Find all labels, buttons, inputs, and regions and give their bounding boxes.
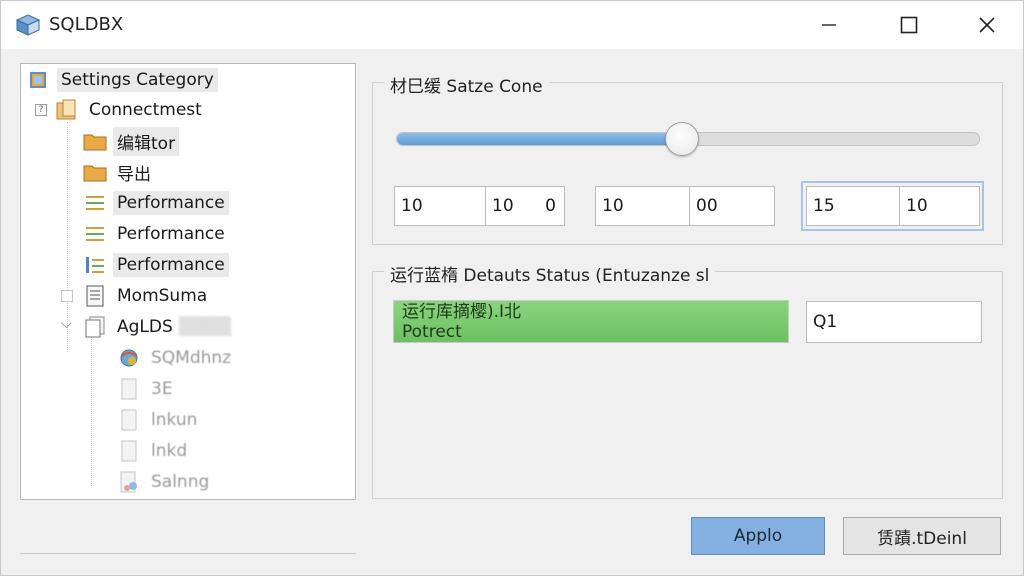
apply-button[interactable]: Applo xyxy=(691,517,825,555)
title-bar[interactable]: SQLDBX xyxy=(1,1,1023,49)
document-stack-icon xyxy=(83,316,107,338)
tree-item-settings-category[interactable]: Settings Category xyxy=(27,66,218,94)
progress-text: 运行库摘樱).Ⅰ北 Potrect xyxy=(402,302,521,342)
tree-item-3e[interactable]: 3E xyxy=(117,375,177,403)
maximize-icon xyxy=(900,16,918,34)
dialog-window: SQLDBX Settings Category ? Connectmest 编… xyxy=(0,0,1024,576)
field-value: 10 xyxy=(492,196,514,216)
tree-item-label: Performance xyxy=(113,253,229,277)
tree-item-label: Settings Category xyxy=(57,68,218,92)
tree-item-label: lnkun xyxy=(151,410,198,430)
tree-item-label: Performance xyxy=(113,191,229,215)
value-field-4[interactable]: 00 xyxy=(689,186,775,226)
field-value: 00 xyxy=(696,196,718,216)
list-lines-icon xyxy=(83,223,107,245)
minimize-icon xyxy=(822,24,836,26)
tree-guide-line xyxy=(91,336,92,486)
file-icon xyxy=(117,409,141,431)
tree-item-salnng[interactable]: Salnng xyxy=(117,468,213,496)
collapse-toggle[interactable] xyxy=(61,290,73,302)
file-icon xyxy=(117,440,141,462)
tree-item-label: MomSuma xyxy=(117,286,208,306)
tree-item-lnkd[interactable]: lnkd xyxy=(117,437,191,465)
minimize-button[interactable] xyxy=(789,1,869,49)
size-slider-fill xyxy=(397,133,684,145)
folder-clipboard-icon xyxy=(55,99,79,121)
document-icon xyxy=(83,285,107,307)
globe-icon xyxy=(117,347,141,369)
tree-item-label: 导出 xyxy=(117,164,151,185)
tree-item-label: Connectmest xyxy=(89,100,202,120)
list-lines-icon xyxy=(83,192,107,214)
expand-toggle[interactable]: ? xyxy=(35,104,47,116)
tree-item-label: Performance xyxy=(117,224,225,244)
tree-item-agldS[interactable]: AgLDS ▒▒▒▒ xyxy=(83,313,231,341)
divider xyxy=(20,553,356,554)
value-field-1[interactable]: 10 xyxy=(394,186,486,226)
tree-item-label: lnkd xyxy=(151,441,188,461)
chevron-down-icon[interactable]: ⌵ xyxy=(61,316,72,332)
tree-item-editor[interactable]: 编辑tor xyxy=(83,126,180,156)
tree-item-lnkun[interactable]: lnkun xyxy=(117,406,201,434)
tree-item-performance-3[interactable]: Performance xyxy=(83,251,229,279)
folder-icon xyxy=(83,161,107,183)
file-color-icon xyxy=(117,471,141,493)
value-field-2[interactable]: 10 0 xyxy=(485,186,565,226)
progress-label-line2: Potrect xyxy=(402,322,462,342)
field-value: 10 xyxy=(602,196,624,216)
status-group-title: 运行蓝楕 Detauts Status (Entuzanze sl xyxy=(384,261,716,286)
cancel-button[interactable]: 赁蹟.tDeinl xyxy=(843,517,1001,555)
tree-item-momsuma[interactable]: MomSuma xyxy=(83,282,211,310)
field-value: 10 xyxy=(401,196,423,216)
tree-item-export[interactable]: 导出 xyxy=(83,158,155,186)
field-value: 15 xyxy=(813,196,835,216)
tree-item-label: 编辑tor xyxy=(113,126,180,156)
tree-item-connection[interactable]: Connectmest xyxy=(55,96,206,124)
status-progress-bar: 运行库摘樱).Ⅰ北 Potrect xyxy=(393,300,789,343)
value-field-6[interactable]: 10 xyxy=(899,186,980,226)
value-field-5[interactable]: 15 xyxy=(806,186,900,226)
blurred-text: ▒▒▒▒ xyxy=(178,317,232,337)
settings-tree[interactable]: Settings Category ? Connectmest 编辑tor 导出 xyxy=(20,63,356,500)
tree-item-label: 3E xyxy=(151,379,173,399)
folder-icon xyxy=(83,130,107,152)
size-slider-thumb[interactable] xyxy=(665,122,700,156)
tree-item-sqmdhnz[interactable]: SQMdhnz xyxy=(117,344,235,372)
field-suffix: 0 xyxy=(545,196,556,216)
tree-item-performance-2[interactable]: Performance xyxy=(83,220,229,248)
app-cube-icon xyxy=(15,13,41,37)
tree-item-label: AgLDS xyxy=(117,317,173,337)
tree-item-label: SQMdhnz xyxy=(151,348,232,368)
window-title: SQLDBX xyxy=(49,14,124,35)
value-field-3[interactable]: 10 xyxy=(595,186,690,226)
field-value: Q1 xyxy=(813,312,838,332)
size-group-title: 材巳缓 Satze Cone xyxy=(384,72,549,97)
close-icon xyxy=(979,17,995,33)
close-button[interactable] xyxy=(947,1,1024,49)
maximize-button[interactable] xyxy=(869,1,949,49)
settings-db-icon xyxy=(27,69,51,91)
chart-list-icon xyxy=(83,254,107,276)
tree-item-performance-1[interactable]: Performance xyxy=(83,189,229,217)
file-icon xyxy=(117,378,141,400)
field-value: 10 xyxy=(906,196,928,216)
progress-label-line1: 运行库摘樱).Ⅰ北 xyxy=(402,302,522,322)
status-side-field[interactable]: Q1 xyxy=(806,301,982,343)
tree-item-label: Salnng xyxy=(151,472,210,492)
